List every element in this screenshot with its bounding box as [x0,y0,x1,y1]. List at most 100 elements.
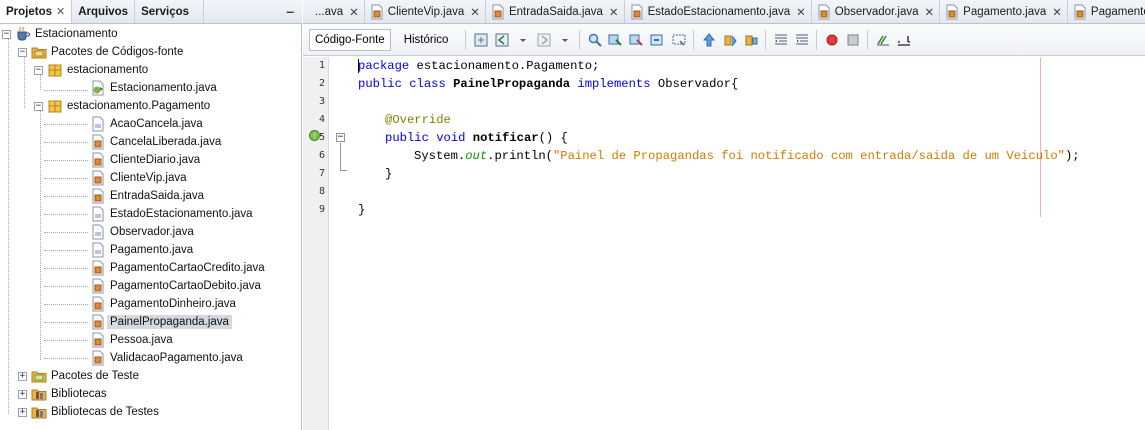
toolbar-separator [693,29,695,50]
close-icon[interactable]: ✕ [796,5,806,19]
tree-node-file[interactable]: PagamentoDinheiro.java [90,295,236,313]
code-text: .println( [487,149,553,163]
tree-node-file[interactable]: Pessoa.java [90,331,173,349]
keyword: implements [577,77,651,91]
tree-node-package[interactable]: − estacionamento [34,61,148,79]
file-tab[interactable]: ...ava ✕ [303,0,365,23]
tree-node-source-packages[interactable]: − Pacotes de Códigos-fonte [18,43,183,61]
right-margin-line [1040,57,1041,217]
tree-node-package[interactable]: − estacionamento.Pagamento [34,97,210,115]
file-tab[interactable]: Observador.java ✕ [812,0,941,23]
shift-right-icon[interactable] [793,31,810,48]
file-tab[interactable]: EstadoEstacionamento.java ✕ [625,0,812,23]
last-edit-icon[interactable] [472,31,489,48]
tree-node-root[interactable]: − Estacionamento [2,25,117,43]
close-icon[interactable]: ✕ [56,5,65,18]
file-tab-label: Observador.java [834,5,919,18]
tree-node-file[interactable]: Pagamento.java [90,241,193,259]
code-editor[interactable]: package estacionamento.Pagamento; public… [351,57,1145,430]
fold-collapse-icon[interactable]: − [336,133,345,142]
back-icon[interactable] [493,31,510,48]
collapse-icon[interactable]: − [2,29,11,39]
comment-icon[interactable] [874,31,891,48]
fold-line [340,170,347,171]
tree-guide-line [44,178,88,179]
tree-node-label: Pessoa.java [110,334,173,346]
expand-icon[interactable]: + [18,407,27,417]
tree-node-file[interactable]: PagamentoCartaoDebito.java [90,277,261,295]
toggle-bookmark-icon[interactable] [742,31,759,48]
line-number: 4 [318,114,325,125]
dropdown-arrow-icon[interactable] [556,31,573,48]
expand-icon[interactable]: + [18,389,27,399]
tree-node-file[interactable]: PagamentoCartaoCredito.java [90,259,265,277]
collapse-icon[interactable]: − [18,47,27,57]
tree-guide-line [44,250,88,251]
file-tab[interactable]: PagamentoCartaoC [1068,0,1145,23]
code-line-5: public void notificar() { [385,129,568,147]
tree-node-file[interactable]: EstadoEstacionamento.java [90,205,253,223]
file-tab[interactable]: ClienteVip.java ✕ [365,0,486,23]
collapse-icon[interactable]: − [34,101,43,111]
tree-node-file[interactable]: Observador.java [90,223,194,241]
close-icon[interactable]: ✕ [349,5,359,19]
next-bookmark-icon[interactable] [721,31,738,48]
find-previous-icon[interactable] [607,31,624,48]
java-class-icon [369,4,385,20]
file-tab[interactable]: Pagamento.java ✕ [940,0,1068,23]
tree-node-file[interactable]: CancelaLiberada.java [90,133,221,151]
java-class-icon [90,170,106,186]
tree-node-label: EntradaSaida.java [110,190,204,202]
find-icon[interactable] [586,31,603,48]
close-icon[interactable]: ✕ [609,5,619,19]
tab-history[interactable]: Histórico [399,30,454,50]
tree-node-test-packages[interactable]: + Pacotes de Teste [18,367,139,385]
previous-bookmark-icon[interactable] [700,31,717,48]
tree-node-file[interactable]: PainelPropaganda.java [90,313,232,331]
line-number: 3 [318,96,325,107]
close-icon[interactable]: ✕ [470,5,480,19]
tree-node-file[interactable]: ClienteVip.java [90,169,187,187]
stop-macro-icon[interactable] [844,31,861,48]
java-interface-icon [90,224,106,240]
file-tab[interactable]: EntradaSaida.java ✕ [486,0,625,23]
java-class-icon [816,4,832,20]
java-interface-icon [90,116,106,132]
start-macro-icon[interactable] [823,31,840,48]
tree-node-file[interactable]: AcaoCancela.java [90,115,203,133]
dropdown-arrow-icon[interactable] [514,31,531,48]
tree-node-file[interactable]: ClienteDiario.java [90,151,200,169]
string-literal: "Painel de Propagandas foi notificado co… [552,149,1065,163]
close-icon[interactable]: ✕ [1052,5,1062,19]
expand-icon[interactable]: + [18,371,27,381]
line-number-gutter: 123456789 ↑ [303,57,329,430]
find-next-icon[interactable] [628,31,645,48]
shift-left-icon[interactable] [772,31,789,48]
close-icon[interactable]: ✕ [925,5,935,19]
tree-node-file[interactable]: ValidacaoPagamento.java [90,349,243,367]
file-tab-label: Pagamento.java [963,5,1047,18]
toolbar-separator [765,29,767,50]
tree-node-file[interactable]: EntradaSaida.java [90,187,204,205]
rectangular-selection-icon[interactable] [670,31,687,48]
tree-node-file[interactable]: Estacionamento.java [90,79,217,97]
forward-icon[interactable] [535,31,552,48]
file-tab-label: ...ava [315,5,344,18]
line-number: 9 [318,204,325,215]
file-tab-label: EstadoEstacionamento.java [647,5,791,18]
uncomment-icon[interactable] [895,31,912,48]
tab-projetos[interactable]: Projetos ✕ [0,0,73,23]
package-icon [47,98,63,114]
collapse-icon[interactable]: − [34,65,43,75]
editor-toolbar: Código-Fonte Histórico [303,24,1145,56]
tree-node-label: PainelPropaganda.java [107,315,232,329]
tab-arquivos[interactable]: Arquivos [72,0,136,23]
tab-servicos[interactable]: Serviços [135,0,205,23]
toggle-highlight-icon[interactable] [649,31,666,48]
minimize-icon[interactable]: – [286,3,294,19]
implements-method-icon[interactable]: ↑ [309,130,320,141]
tree-node-test-libraries[interactable]: + Bibliotecas de Testes [18,403,159,421]
java-class-icon [944,4,960,20]
tree-node-libraries[interactable]: + Bibliotecas [18,385,107,403]
tab-source[interactable]: Código-Fonte [309,28,391,51]
